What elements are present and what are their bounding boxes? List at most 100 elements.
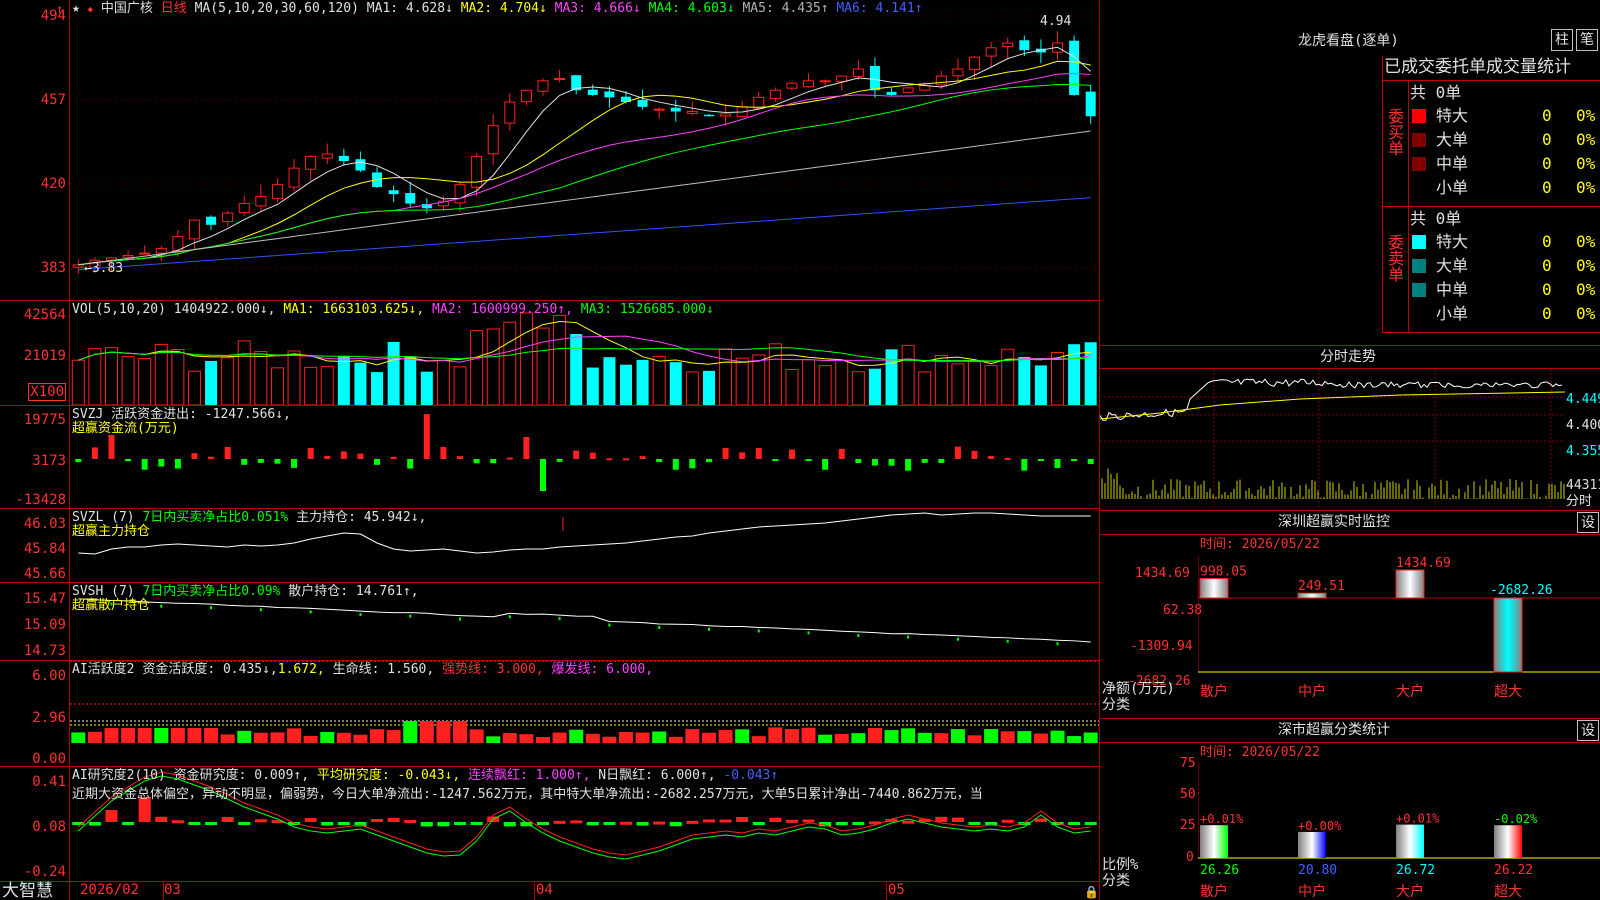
volume-bar — [354, 362, 367, 405]
order-pct: 0% — [1576, 154, 1596, 173]
activity-bar — [486, 736, 501, 743]
research-bar — [752, 822, 765, 825]
classify-chart[interactable]: +0.01% 26.26 散户 +0.00% 20.80 中户 +0.01% 26.72 大户 -… — [1198, 756, 1600, 900]
flow-bar — [75, 459, 82, 463]
candle-down — [388, 190, 399, 195]
tick-mode-button[interactable]: 笔 — [1576, 29, 1598, 51]
flow-bar — [1087, 459, 1094, 464]
volume-bar — [187, 370, 201, 405]
candle-down — [703, 114, 714, 117]
candle-up — [836, 75, 848, 82]
svzl-tick: 45.84 — [23, 541, 66, 557]
ai2-chart[interactable] — [70, 767, 1099, 881]
research-bar — [537, 822, 550, 825]
net-value: -2682.26 — [1490, 583, 1553, 598]
order-pct: 0% — [1576, 106, 1596, 125]
category-label: 超大 — [1494, 684, 1522, 700]
activity-bar — [884, 730, 899, 743]
flow-bar — [174, 459, 181, 469]
category-label: 散户 — [1200, 883, 1228, 900]
category-label: 大户 — [1396, 883, 1424, 900]
research-bar — [454, 822, 467, 825]
order-pct: 0% — [1576, 280, 1596, 299]
research-bar — [188, 822, 201, 825]
flow-bar — [838, 448, 845, 459]
candle-up — [238, 203, 250, 214]
volume-bar — [669, 362, 682, 405]
classify-tick: 50 — [1180, 787, 1196, 802]
flow-bar — [374, 459, 381, 465]
volume-bar — [570, 334, 583, 405]
research-bar — [553, 820, 566, 824]
ratio-change: +0.01% — [1396, 812, 1440, 826]
classify-settings-button[interactable]: 设 — [1577, 720, 1599, 741]
ratio-change: +0.01% — [1200, 812, 1244, 826]
volume-bar — [835, 359, 849, 405]
svsh-line — [78, 598, 1091, 643]
lock-icon[interactable]: 🔒 — [1084, 885, 1099, 899]
net-bar — [1395, 569, 1425, 599]
vol-unit[interactable]: X100 — [28, 383, 66, 401]
sell-side-label: 委卖单 — [1385, 234, 1404, 282]
activity-bar — [751, 736, 766, 743]
monitor-settings-button[interactable]: 设 — [1577, 512, 1599, 533]
candle-up — [321, 153, 333, 159]
flow-bar — [689, 459, 696, 469]
high-price-label: 4.94 — [1040, 14, 1072, 29]
sell-table: 共 0单 特大 0 0% 大单 0 0% 中单 0 0% 小单 0 0% — [1410, 208, 1600, 326]
candle-up — [139, 252, 151, 255]
research-bar — [221, 817, 234, 822]
activity-bar — [253, 732, 268, 743]
monitor-tick: -1309.94 — [1130, 639, 1193, 654]
research-bar — [304, 818, 317, 822]
monitor-ylabel: 净额(万元) — [1102, 681, 1175, 697]
activity-bar — [652, 731, 667, 743]
volume-bar — [304, 366, 318, 405]
vol-tick: 21019 — [23, 348, 66, 364]
flow-bar — [788, 449, 795, 459]
flow-bar — [1071, 459, 1078, 461]
bar-mode-button[interactable]: 柱 — [1551, 29, 1573, 51]
brand-logo[interactable]: 大智慧 — [2, 882, 53, 900]
activity-bar — [569, 729, 584, 743]
activity-bar — [768, 727, 783, 743]
kline-chart[interactable] — [70, 0, 1099, 300]
candle-down — [1019, 40, 1030, 51]
order-type: 中单 — [1436, 280, 1469, 299]
category-label: 大户 — [1396, 683, 1424, 700]
activity-bar — [851, 733, 866, 743]
activity-bar — [967, 735, 982, 743]
research-bar — [254, 819, 267, 823]
volume-bar — [270, 367, 284, 405]
net-bar — [1199, 578, 1229, 599]
candle-up — [935, 75, 947, 86]
candle-up — [1002, 42, 1014, 48]
research-bar — [586, 822, 599, 826]
candle-up — [155, 247, 167, 254]
fenshi-chart[interactable] — [1100, 369, 1565, 509]
candle-down — [637, 99, 648, 107]
monitor-time: 时间: 2026/05/22 — [1200, 537, 1320, 552]
svsh-tick: 15.47 — [23, 591, 66, 607]
order-type: 大单 — [1436, 130, 1469, 149]
volume-bar — [1001, 348, 1015, 405]
candle-up — [504, 101, 516, 124]
activity-bar — [104, 728, 119, 743]
order-color-swatch — [1412, 283, 1426, 297]
ratio-change: -0.02% — [1494, 812, 1538, 826]
research-bar — [470, 822, 483, 825]
volume-bar — [519, 312, 533, 405]
ratio-value: 26.72 — [1396, 863, 1435, 878]
monitor-chart[interactable]: 998.05 散户 249.51 中户 1434.69 大户 -2682.26 超大 — [1198, 556, 1600, 714]
research-bar — [702, 819, 715, 823]
price-tick: 494 — [40, 8, 66, 24]
volume-bar — [619, 364, 632, 405]
volume-bar — [918, 371, 932, 405]
candle-up — [471, 155, 483, 188]
order-color-swatch — [1412, 109, 1426, 123]
flow-bar — [324, 455, 331, 459]
ai2-tick: 0.41 — [32, 774, 66, 790]
candle-down — [670, 107, 681, 112]
monitor-title: 深圳超赢实时监控 — [1278, 514, 1390, 530]
flow-bar — [988, 456, 995, 459]
